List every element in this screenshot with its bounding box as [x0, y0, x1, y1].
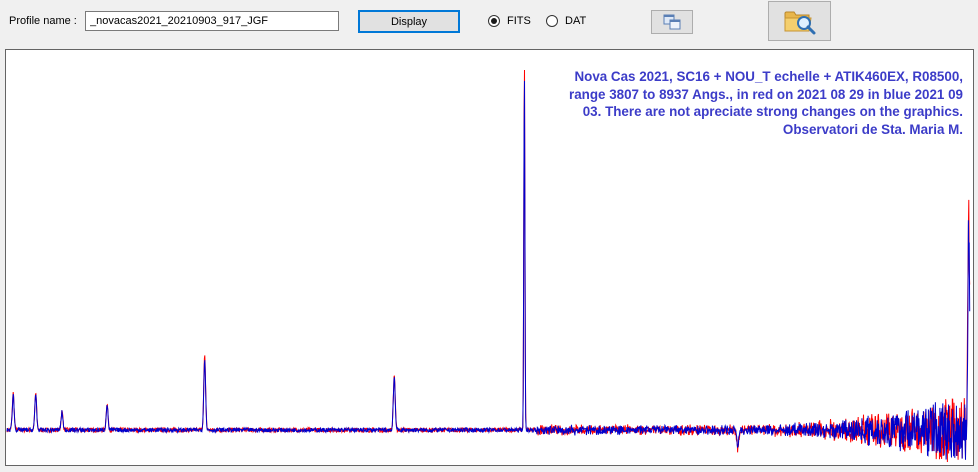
radio-fits-label: FITS: [507, 15, 531, 27]
annotation-line-4: Observatori de Sta. Maria M.: [782, 121, 963, 137]
copy-button[interactable]: [651, 10, 693, 34]
browse-button[interactable]: [768, 1, 831, 41]
toolbar: Profile name : Display FITS DAT: [0, 0, 978, 46]
radio-dat-label: DAT: [565, 15, 587, 27]
copy-windows-icon: [663, 14, 681, 30]
profile-name-input[interactable]: [85, 11, 339, 31]
radio-fits-indicator[interactable]: [488, 15, 500, 27]
plot-annotation: Nova Cas 2021, SC16 + NOU_T echelle + AT…: [531, 68, 963, 138]
folder-search-icon: [784, 11, 815, 35]
spectrum-plot: Nova Cas 2021, SC16 + NOU_T echelle + AT…: [5, 49, 974, 466]
profile-name-label: Profile name :: [9, 15, 77, 27]
radio-fits[interactable]: FITS: [488, 13, 531, 29]
radio-dat-indicator[interactable]: [546, 15, 558, 27]
radio-dat[interactable]: DAT: [546, 13, 586, 29]
annotation-line-3: 03. There are not apreciate strong chang…: [582, 104, 963, 119]
annotation-line-1: Nova Cas 2021, SC16 + NOU_T echelle + AT…: [574, 69, 963, 84]
display-button[interactable]: Display: [358, 10, 460, 33]
annotation-line-2: range 3807 to 8937 Angs., in red on 2021…: [569, 86, 963, 102]
